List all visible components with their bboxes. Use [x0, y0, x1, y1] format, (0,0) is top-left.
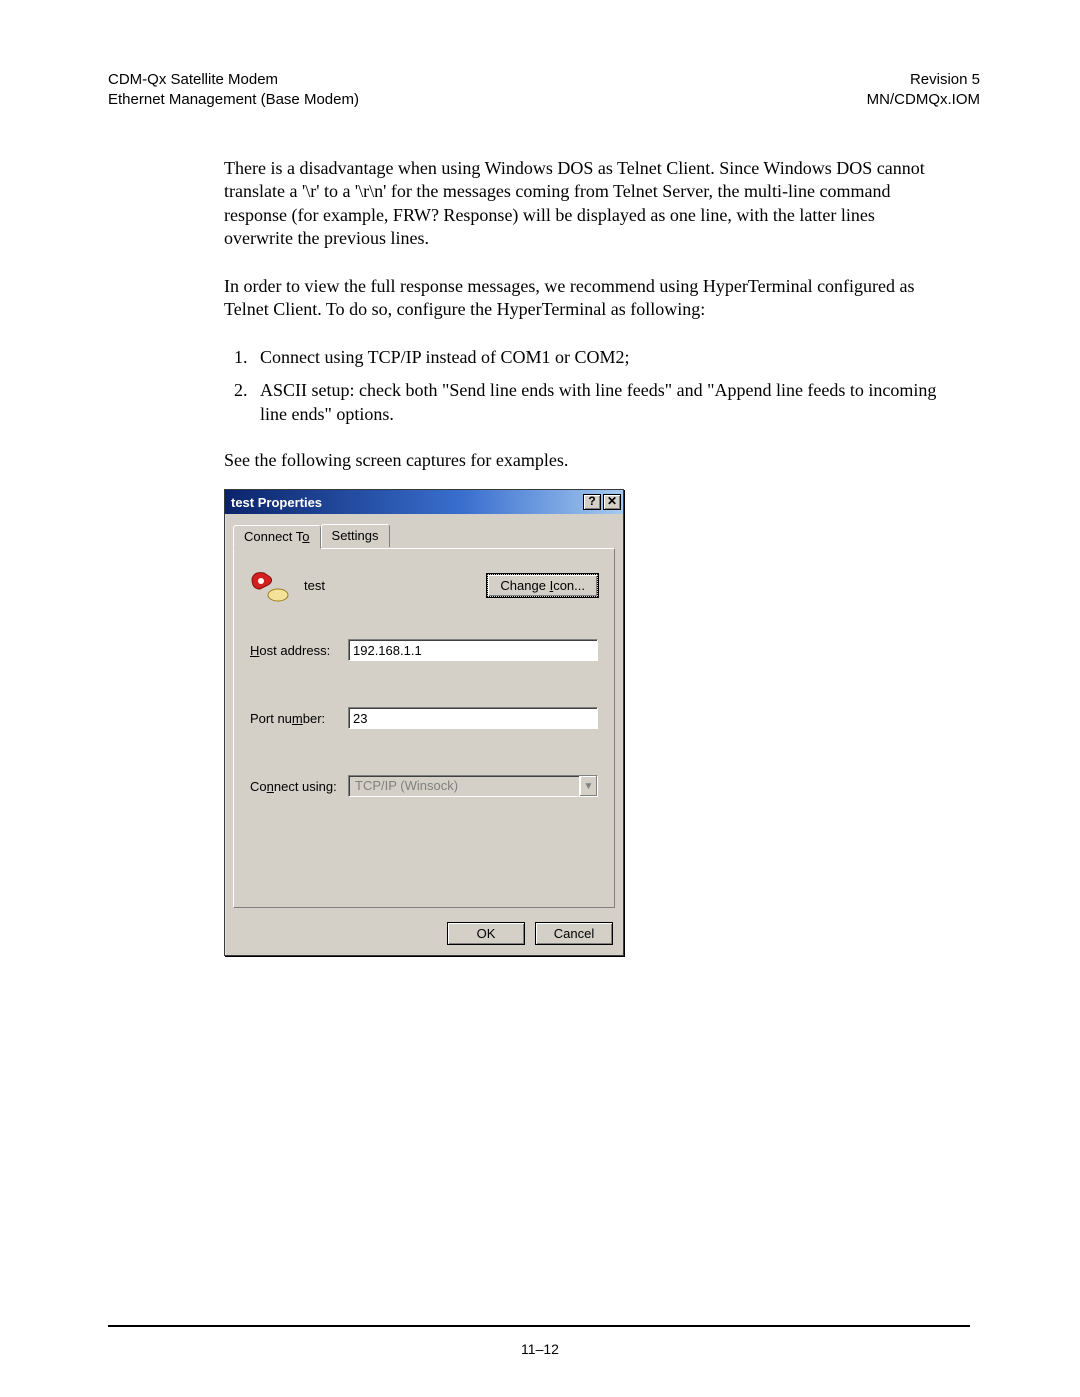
- port-label-post: ber:: [303, 711, 325, 726]
- connect-label-post: nect using:: [274, 779, 337, 794]
- steps-list: Connect using TCP/IP instead of COM1 or …: [224, 345, 940, 426]
- connect-label-ul: n: [267, 779, 274, 794]
- connect-using-select[interactable]: TCP/IP (Winsock) ▼: [348, 775, 598, 797]
- tab-connect-to-label-pre: Connect T: [244, 529, 302, 544]
- host-label-post: ost address:: [259, 643, 330, 658]
- tab-connect-to-label-ul: o: [302, 529, 309, 544]
- host-label-ul: H: [250, 643, 259, 658]
- connect-using-label: Connect using:: [250, 779, 348, 794]
- header-product: CDM-Qx Satellite Modem: [108, 70, 359, 90]
- close-button[interactable]: ✕: [603, 494, 621, 510]
- paragraph-2: In order to view the full response messa…: [224, 275, 940, 322]
- tab-settings[interactable]: Settings: [321, 524, 390, 547]
- tab-strip: Connect To Settings: [225, 514, 623, 548]
- port-number-label: Port number:: [250, 711, 348, 726]
- step-2: ASCII setup: check both "Send line ends …: [252, 378, 940, 427]
- dialog-titlebar[interactable]: test Properties ? ✕: [225, 490, 623, 514]
- footer-rule: [108, 1325, 970, 1327]
- connect-label-pre: Co: [250, 779, 267, 794]
- dialog-title: test Properties: [231, 495, 581, 510]
- change-icon-pre: Change: [500, 578, 549, 593]
- page-header: CDM-Qx Satellite Modem Ethernet Manageme…: [108, 70, 980, 109]
- host-address-input[interactable]: [348, 639, 598, 661]
- tab-panel-connect-to: test Change Icon... Host address: Port n…: [233, 548, 615, 908]
- header-section: Ethernet Management (Base Modem): [108, 90, 359, 110]
- port-label-ul: m: [292, 711, 303, 726]
- help-button[interactable]: ?: [583, 494, 601, 510]
- port-number-input[interactable]: [348, 707, 598, 729]
- phone-icon: [250, 567, 290, 603]
- tab-settings-label: Settings: [332, 528, 379, 543]
- properties-dialog: test Properties ? ✕ Connect To Settings: [224, 489, 624, 956]
- step-1: Connect using TCP/IP instead of COM1 or …: [252, 345, 940, 369]
- port-label-pre: Port nu: [250, 711, 292, 726]
- change-icon-post: con...: [553, 578, 585, 593]
- tab-connect-to[interactable]: Connect To: [233, 525, 321, 549]
- connect-using-value: TCP/IP (Winsock): [349, 776, 579, 796]
- connection-name: test: [304, 578, 487, 593]
- cancel-button[interactable]: Cancel: [535, 922, 613, 945]
- page-number: 11–12: [0, 1341, 1080, 1357]
- header-revision: Revision 5: [867, 70, 980, 90]
- paragraph-1: There is a disadvantage when using Windo…: [224, 157, 940, 251]
- caption: See the following screen captures for ex…: [224, 450, 940, 471]
- ok-button[interactable]: OK: [447, 922, 525, 945]
- change-icon-button[interactable]: Change Icon...: [487, 574, 598, 597]
- chevron-down-icon: ▼: [579, 776, 597, 796]
- header-docid: MN/CDMQx.IOM: [867, 90, 980, 110]
- host-address-label: Host address:: [250, 643, 348, 658]
